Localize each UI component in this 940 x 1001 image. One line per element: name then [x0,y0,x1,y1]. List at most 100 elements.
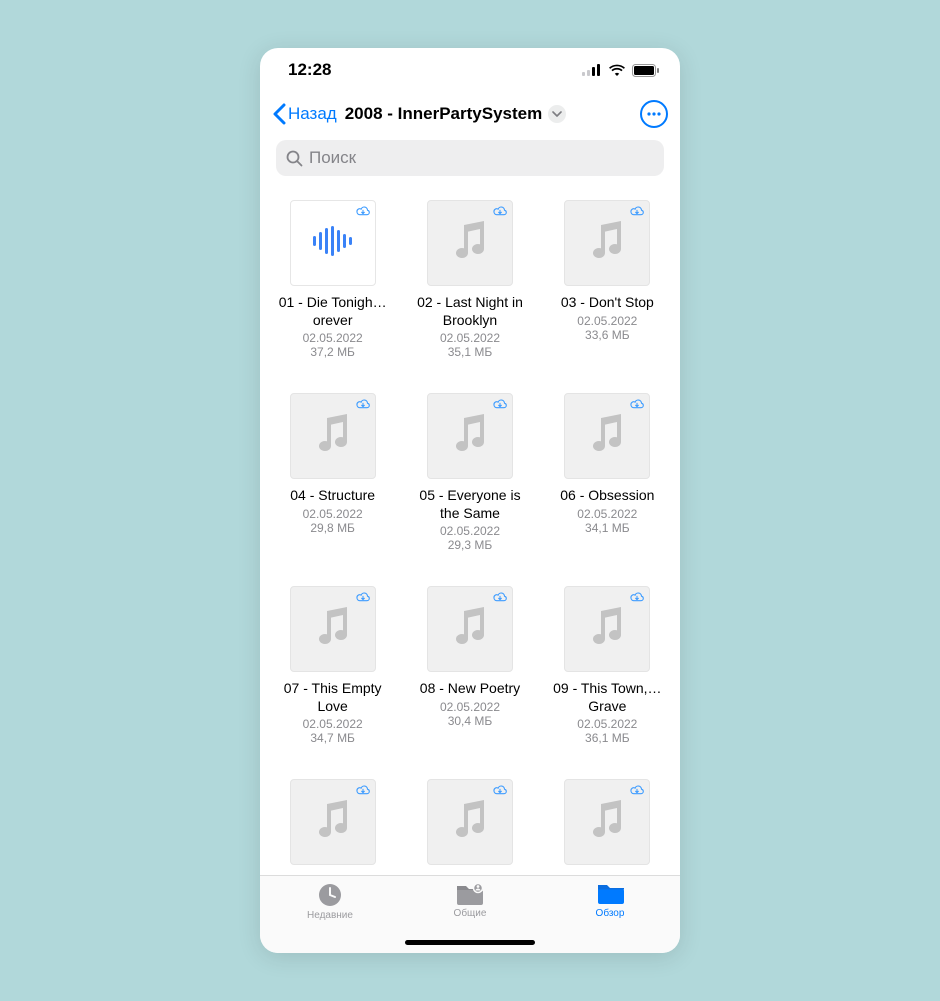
file-date: 02.05.2022 [553,717,662,731]
file-title: 09 - This Town,…Grave [553,680,662,715]
cloud-download-icon [492,205,508,217]
file-item[interactable]: 06 - Obsession 02.05.202234,1 МБ [553,393,662,552]
cloud-download-icon [492,398,508,410]
file-title: 02 - Last Night in Brooklyn [415,294,524,329]
file-thumbnail [564,586,650,672]
file-item[interactable] [553,779,662,873]
file-thumbnail [427,586,513,672]
tab-recent-label: Недавние [307,910,353,921]
file-item[interactable]: 02 - Last Night in Brooklyn02.05.202235,… [415,200,524,359]
file-grid-container[interactable]: 01 - Die Tonigh…orever02.05.202237,2 МБ0… [260,186,680,875]
file-date: 02.05.2022 [278,717,387,731]
file-thumbnail [290,200,376,286]
file-thumbnail [290,779,376,865]
music-note-icon [450,412,490,461]
file-size: 35,1 МБ [415,345,524,359]
shared-folder-icon [455,882,485,906]
file-item[interactable]: 01 - Die Tonigh…orever02.05.202237,2 МБ [278,200,387,359]
ellipsis-icon [647,112,661,116]
cloud-download-icon [492,591,508,603]
file-thumbnail [427,393,513,479]
music-note-icon [450,219,490,268]
file-item[interactable] [415,779,524,873]
music-note-icon [450,605,490,654]
clock-icon [317,882,343,908]
tab-browse-label: Обзор [596,908,625,919]
file-thumbnail [564,393,650,479]
tab-browse[interactable]: Обзор [540,882,680,953]
music-note-icon [587,219,627,268]
more-options-button[interactable] [640,100,668,128]
cloud-download-icon [355,398,371,410]
file-date: 02.05.2022 [278,507,387,521]
tab-shared-label: Общие [454,908,487,919]
cloud-download-icon [355,591,371,603]
waveform-icon [311,226,355,261]
music-note-icon [587,605,627,654]
page-title-text: 2008 - InnerPartySystem [345,104,543,124]
file-item[interactable]: 09 - This Town,…Grave 02.05.202236,1 МБ [553,586,662,745]
file-thumbnail [427,200,513,286]
music-note-icon [587,412,627,461]
status-right [582,64,660,77]
file-size: 36,1 МБ [553,731,662,745]
file-thumbnail [290,393,376,479]
file-date: 02.05.2022 [415,524,524,538]
file-item[interactable]: 05 - Everyone is the Same 02.05.202229,3 … [415,393,524,552]
file-title: 05 - Everyone is the Same [415,487,524,522]
cloud-download-icon [629,205,645,217]
file-title: 04 - Structure [278,487,387,505]
search-bar-container: Поиск [260,136,680,186]
page-title[interactable]: 2008 - InnerPartySystem [345,104,567,124]
file-date: 02.05.2022 [553,507,662,521]
music-note-icon [313,798,353,847]
tab-recent[interactable]: Недавние [260,882,400,953]
chevron-left-icon [272,103,286,125]
music-note-icon [587,798,627,847]
file-size: 33,6 МБ [553,328,662,342]
status-time: 12:28 [288,60,331,80]
cloud-download-icon [629,398,645,410]
file-title: 03 - Don't Stop [553,294,662,312]
file-size: 29,8 МБ [278,521,387,535]
folder-icon [595,882,625,906]
back-label: Назад [288,104,337,124]
status-bar: 12:28 [260,48,680,92]
file-date: 02.05.2022 [415,700,524,714]
back-button[interactable]: Назад [272,103,337,125]
file-size: 29,3 МБ [415,538,524,552]
file-title: 01 - Die Tonigh…orever [278,294,387,329]
music-note-icon [313,412,353,461]
file-item[interactable] [278,779,387,873]
home-indicator[interactable] [405,940,535,945]
file-item[interactable]: 07 - This Empty Love 02.05.202234,7 МБ [278,586,387,745]
file-thumbnail [564,779,650,865]
file-item[interactable]: 03 - Don't Stop 02.05.202233,6 МБ [553,200,662,359]
file-size: 30,4 МБ [415,714,524,728]
device-frame: 12:28 Назад 2008 - InnerPartySystem [260,48,680,953]
search-icon [286,150,303,167]
cellular-signal-icon [582,64,602,76]
search-input[interactable]: Поиск [276,140,664,176]
file-item[interactable]: 08 - New Poetry 02.05.202230,4 МБ [415,586,524,745]
chevron-down-icon [548,105,566,123]
cloud-download-icon [629,591,645,603]
file-title: 06 - Obsession [553,487,662,505]
file-thumbnail [427,779,513,865]
file-size: 34,7 МБ [278,731,387,745]
file-thumbnail [564,200,650,286]
wifi-icon [608,64,626,77]
file-thumbnail [290,586,376,672]
battery-icon [632,64,660,77]
file-title: 08 - New Poetry [415,680,524,698]
file-size: 34,1 МБ [553,521,662,535]
navigation-bar: Назад 2008 - InnerPartySystem [260,92,680,136]
cloud-download-icon [492,784,508,796]
file-item[interactable]: 04 - Structure 02.05.202229,8 МБ [278,393,387,552]
file-title: 07 - This Empty Love [278,680,387,715]
file-size: 37,2 МБ [278,345,387,359]
file-date: 02.05.2022 [553,314,662,328]
cloud-download-icon [355,784,371,796]
search-placeholder: Поиск [309,148,356,168]
music-note-icon [313,605,353,654]
